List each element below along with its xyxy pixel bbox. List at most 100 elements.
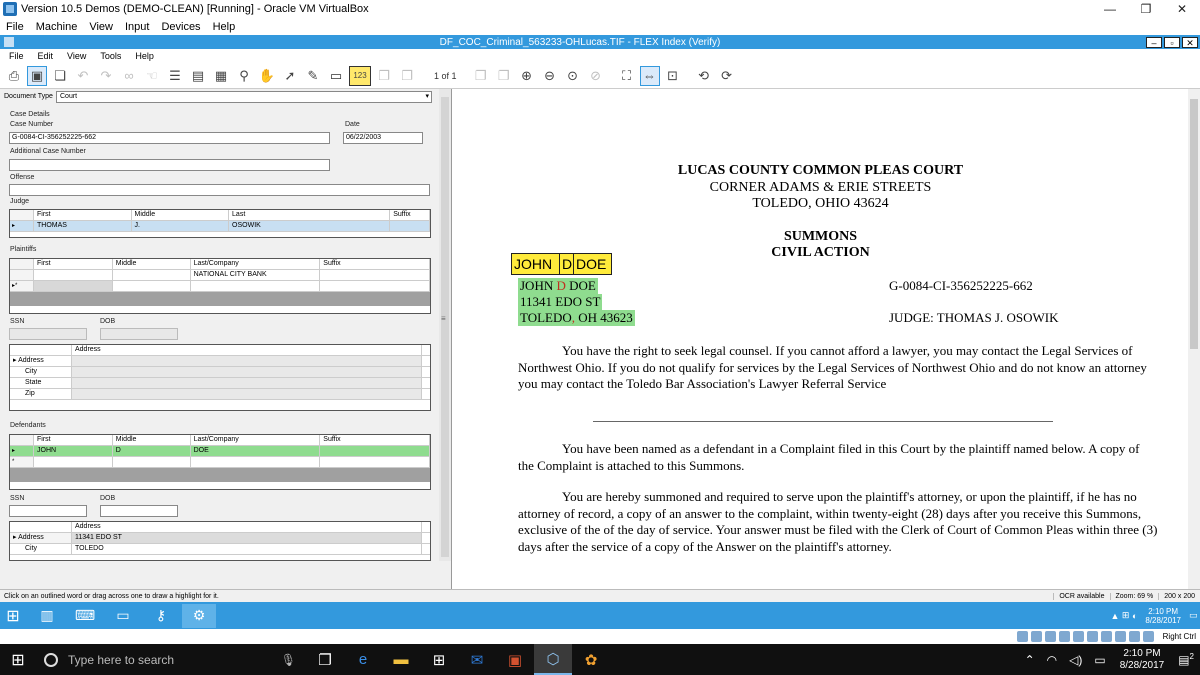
zoom-out-icon[interactable]: ⊖ <box>540 66 560 86</box>
action-center-icon[interactable]: ▤2 <box>1178 652 1194 667</box>
zoom-reset-icon[interactable]: ⊘ <box>586 66 606 86</box>
host-menu-devices[interactable]: Devices <box>155 21 206 33</box>
defendant-name-line[interactable]: JOHN D DOE <box>518 278 598 294</box>
outlook-icon[interactable]: ✉ <box>458 644 496 675</box>
new-middle-cell[interactable] <box>113 281 191 291</box>
state-cell[interactable] <box>72 378 422 388</box>
plaintiff-last-cell[interactable]: NATIONAL CITY BANK <box>191 270 321 280</box>
minimize-icon[interactable]: — <box>1092 2 1128 16</box>
flex-taskbar-icon[interactable]: ✿ <box>572 644 610 675</box>
host-menu-help[interactable]: Help <box>207 21 242 33</box>
pointer-icon[interactable]: ➚ <box>280 66 300 86</box>
stack-icon[interactable]: ☰ <box>165 66 185 86</box>
app-restore-icon[interactable]: ▫ <box>1164 36 1180 48</box>
table-row[interactable]: Zip <box>10 389 430 400</box>
new-first-cell[interactable] <box>34 457 113 467</box>
plaintiff-middle-cell[interactable] <box>113 270 191 280</box>
server-manager-icon[interactable]: ▥ <box>30 604 64 628</box>
scrollbar-thumb[interactable] <box>441 97 449 557</box>
powershell-icon[interactable]: ⌨ <box>68 604 102 628</box>
app-minimize-icon[interactable]: – <box>1146 36 1162 48</box>
host-search-box[interactable]: Type here to search 🎙 <box>36 644 306 675</box>
judge-middle-cell[interactable]: J. <box>131 221 230 231</box>
highlight-middle-name[interactable]: D <box>559 253 574 275</box>
store-icon[interactable]: ⊞ <box>420 644 458 675</box>
highlighter-icon[interactable]: ✎ <box>303 66 323 86</box>
document-icon[interactable]: ▦ <box>211 66 231 86</box>
table-row-new[interactable]: ▸* <box>10 281 430 292</box>
defendant-dob-field[interactable] <box>100 505 178 517</box>
viewer-scrollbar[interactable] <box>1188 89 1200 589</box>
tray-volume-icon[interactable]: ◐ <box>1132 611 1137 621</box>
defendant-first-cell[interactable]: JOHN <box>34 446 113 456</box>
shared-folders-icon[interactable] <box>1086 631 1098 642</box>
additional-case-number-field[interactable] <box>9 159 330 171</box>
hard-disk-icon[interactable] <box>1016 631 1028 642</box>
undo-icon[interactable]: ↶ <box>73 66 93 86</box>
microphone-icon[interactable]: 🎙 <box>281 653 296 667</box>
magnify-icon[interactable]: ⚲ <box>234 66 254 86</box>
app-menu-view[interactable]: View <box>58 51 91 61</box>
new-suffix-cell[interactable] <box>320 457 430 467</box>
document-image[interactable]: LUCAS COUNTY COMMON PLEAS COURT CORNER A… <box>453 89 1188 589</box>
defendant-city-cell[interactable]: TOLEDO <box>72 544 422 554</box>
highlight-first-name[interactable]: JOHN <box>511 253 560 275</box>
defendant-city-line[interactable]: TOLEDO, OH 43623 <box>518 310 635 326</box>
optical-drive-icon[interactable] <box>1030 631 1042 642</box>
address-cell[interactable] <box>72 356 422 366</box>
page-next-icon[interactable]: ❐ <box>494 66 514 86</box>
rectangle-icon[interactable]: ▭ <box>326 66 346 86</box>
table-row[interactable]: City TOLEDO <box>10 544 430 555</box>
print-icon[interactable]: ⎙ <box>4 66 24 86</box>
powerpoint-icon[interactable]: ▣ <box>496 644 534 675</box>
maximize-icon[interactable]: ❐ <box>1128 2 1164 16</box>
app-menu-edit[interactable]: Edit <box>29 51 59 61</box>
defendant-street-line[interactable]: 11341 EDO ST <box>518 294 603 310</box>
cpu-icon[interactable] <box>1128 631 1140 642</box>
clipboard-icon[interactable]: ❏ <box>50 66 70 86</box>
new-last-cell[interactable] <box>191 281 321 291</box>
tray-network-icon[interactable]: ⊞ <box>1122 610 1130 621</box>
new-suffix-cell[interactable] <box>320 281 430 291</box>
judge-suffix-cell[interactable] <box>390 221 431 231</box>
recording-icon[interactable] <box>1114 631 1126 642</box>
file-explorer-icon[interactable]: ▬ <box>382 644 420 675</box>
hand-point-icon[interactable]: ☜ <box>142 66 162 86</box>
new-last-cell[interactable] <box>191 457 321 467</box>
judge-first-cell[interactable]: THOMAS <box>34 221 132 231</box>
save-icon[interactable]: ▣ <box>27 65 47 86</box>
table-row[interactable]: State <box>10 378 430 389</box>
actual-size-icon[interactable]: ⊡ <box>663 66 683 86</box>
table-row[interactable]: City <box>10 367 430 378</box>
dob-field[interactable] <box>100 328 178 340</box>
form-scrollbar[interactable]: ≡ <box>439 89 451 561</box>
defendant-ssn-field[interactable] <box>9 505 87 517</box>
app-key-icon[interactable]: ⚷ <box>144 604 178 628</box>
windows-start-icon[interactable]: ⊞ <box>0 602 26 629</box>
close-icon[interactable]: ✕ <box>1164 2 1200 16</box>
host-clock[interactable]: 2:10 PM 8/28/2017 <box>1120 648 1165 672</box>
fit-width-icon[interactable]: ⇔ <box>639 65 660 86</box>
rotate-left-icon[interactable]: ⟲ <box>694 66 714 86</box>
table-row[interactable]: ▸ Address 11341 EDO ST <box>10 533 430 544</box>
number-box-icon[interactable]: 123 <box>349 65 371 86</box>
pan-hand-icon[interactable]: ✋ <box>257 66 277 86</box>
audio-icon[interactable] <box>1044 631 1056 642</box>
table-row-new[interactable]: * <box>10 457 430 468</box>
zoom-in-icon[interactable]: ⊕ <box>517 66 537 86</box>
page-prev-icon[interactable]: ❐ <box>471 66 491 86</box>
link-icon[interactable]: ∞ <box>119 66 139 86</box>
redo-icon[interactable]: ↷ <box>96 66 116 86</box>
offense-field[interactable] <box>9 184 430 196</box>
plaintiff-first-cell[interactable] <box>34 270 113 280</box>
guest-clock[interactable]: 2:10 PM 8/28/2017 <box>1145 607 1181 625</box>
fit-page-icon[interactable]: ⛶ <box>617 66 637 86</box>
barcode-icon[interactable]: ▤ <box>188 66 208 86</box>
defendant-last-cell[interactable]: DOE <box>190 446 321 456</box>
new-middle-cell[interactable] <box>113 457 191 467</box>
defendant-suffix-cell[interactable] <box>320 446 430 456</box>
table-row[interactable]: ▸ THOMAS J. OSOWIK <box>10 221 431 232</box>
host-start-icon[interactable]: ⊞ <box>0 644 36 675</box>
defendant-middle-cell[interactable]: D <box>112 446 191 456</box>
case-number-field[interactable]: G-0084-CI-356252225-662 <box>9 132 330 144</box>
